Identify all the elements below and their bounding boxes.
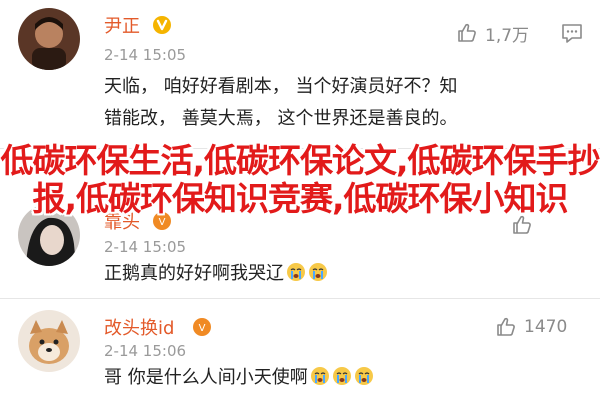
vip-badge-icon: V <box>153 212 171 230</box>
comment-text-line: 错能改， 善莫大焉， 这个世界还是善良的。 <box>104 108 458 129</box>
like-count: 1,7万 <box>485 25 530 46</box>
verified-badge-icon <box>153 16 171 34</box>
comment-text-line: 哥 你是什么人间小天使啊 <box>104 367 308 388</box>
crying-face-icon <box>354 367 373 385</box>
username[interactable]: 尹正 <box>104 12 140 38</box>
username[interactable]: 改头换id <box>104 314 174 340</box>
svg-text:V: V <box>199 323 206 334</box>
crying-face-icon <box>310 367 329 385</box>
thumbs-up-icon <box>497 317 515 336</box>
svg-text:V: V <box>159 217 166 228</box>
avatar-photo-icon <box>18 8 80 70</box>
comment-item: 靠头 V 2-14 15:05 正鹅真的好好啊我哭辽 <box>0 190 600 298</box>
like-button[interactable] <box>510 213 540 237</box>
like-count: 1470 <box>524 317 568 337</box>
avatar[interactable] <box>18 204 80 266</box>
vip-badge-icon: V <box>193 318 211 336</box>
reply-comment-icon[interactable] <box>560 21 584 45</box>
timestamp: 2-14 15:05 <box>104 46 187 64</box>
username[interactable]: 靠头 <box>104 208 140 234</box>
comment-text-line: 天临， 咱好好看剧本， 当个好演员好不？知 <box>104 76 458 97</box>
crying-face-icon <box>309 263 327 281</box>
crying-face-icon <box>332 367 351 385</box>
divider <box>0 148 600 149</box>
like-button[interactable]: 1470 <box>494 315 567 339</box>
comment-feed: 尹正 2-14 15:05 1,7万 天临， 咱好好看剧本， 当个好演员好不？知… <box>0 0 600 400</box>
like-button[interactable]: 1,7万 <box>455 21 530 46</box>
thumbs-up-icon <box>458 23 476 42</box>
comment-text: 正鹅真的好好啊我哭辽 <box>104 258 328 290</box>
comment-text: 哥 你是什么人间小天使啊 <box>104 362 374 394</box>
comment-item: 改头换id V 2-14 15:06 1470 哥 你是什么人间小天使啊 <box>0 298 600 400</box>
thumbs-up-icon <box>513 215 531 234</box>
timestamp: 2-14 15:05 <box>104 238 187 256</box>
crying-face-icon <box>287 263 305 281</box>
avatar[interactable] <box>18 8 80 70</box>
comment-text-line: 正鹅真的好好啊我哭辽 <box>104 263 284 284</box>
comment-item: 尹正 2-14 15:05 1,7万 天临， 咱好好看剧本， 当个好演员好不？知… <box>0 0 600 148</box>
timestamp: 2-14 15:06 <box>104 342 187 360</box>
comment-text: 天临， 咱好好看剧本， 当个好演员好不？知 错能改， 善莫大焉， 这个世界还是善… <box>104 71 457 135</box>
avatar-photo-icon <box>18 310 80 372</box>
avatar[interactable] <box>18 310 80 372</box>
avatar-photo-icon <box>18 204 80 266</box>
